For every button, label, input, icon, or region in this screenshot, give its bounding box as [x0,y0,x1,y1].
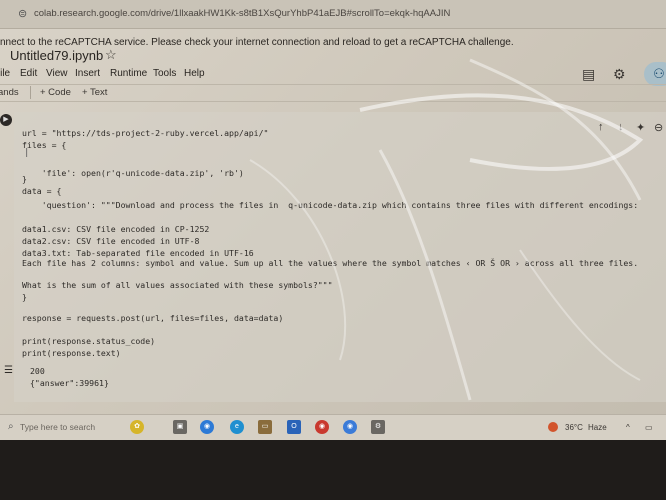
menu-view[interactable]: View [46,68,68,79]
chrome-window-icon[interactable]: ◉ [343,420,357,434]
share-avatar-icon[interactable]: ⚇ [644,62,666,86]
menu-edit[interactable]: Edit [20,68,37,79]
chrome-icon[interactable]: ◉ [200,420,214,434]
code-line[interactable]: What is the sum of all values associated… [22,280,333,290]
output-menu-icon[interactable]: ☰ [4,365,13,376]
tray-chevron-icon[interactable]: ^ [626,423,630,432]
move-up-icon[interactable]: ↑ [598,121,604,133]
search-icon[interactable]: ⌕ [8,421,14,432]
task-view-icon[interactable]: ▣ [173,420,187,434]
link-icon[interactable]: ⊖ [654,121,663,134]
site-info-icon[interactable]: ⊜ [18,7,27,20]
code-line[interactable]: url = "https://tds-project-2-ruby.vercel… [22,128,268,138]
screen: ⊜ colab.research.google.com/drive/1llxaa… [0,0,666,440]
menu-file[interactable]: File [0,68,10,79]
code-line[interactable]: } [22,292,27,302]
weather-icon [548,422,558,432]
output-line: 200 [30,366,45,376]
output-line: {"answer":39961} [30,378,109,388]
notebook-titlebar: Untitled79.ipynb ☆ [0,46,666,68]
settings-gear-icon[interactable]: ⚙ [613,66,626,83]
code-line[interactable]: data3.txt: Tab-separated file encoded in… [22,248,254,258]
notebook-toolbar: ands + Code + Text [0,84,666,102]
network-icon[interactable]: ▭ [645,423,653,432]
widgets-icon[interactable]: ✿ [130,420,144,434]
commands-button[interactable]: ands [0,87,19,98]
comment-icon[interactable]: ▤ [582,66,595,83]
outlook-icon[interactable]: O [287,420,301,434]
run-cell-button[interactable]: ▶ [0,114,12,126]
star-icon[interactable]: ☆ [105,47,117,63]
menu-bar: File Edit View Insert Runtime Tools Help [0,66,666,84]
add-code-button[interactable]: + Code [40,87,71,98]
address-bar[interactable]: ⊜ colab.research.google.com/drive/1llxaa… [0,0,666,29]
code-line[interactable]: } [22,174,27,184]
monitor-bezel [0,440,666,500]
temperature[interactable]: 36°C [565,423,583,432]
fold-bracket-icon: | [24,148,30,158]
toolbar-divider [30,86,31,99]
menu-runtime[interactable]: Runtime [110,68,147,79]
file-explorer-icon[interactable]: ▭ [258,420,272,434]
code-line[interactable]: Each file has 2 columns: symbol and valu… [22,258,638,268]
code-line[interactable]: print(response.status_code) [22,336,155,346]
code-line[interactable]: data2.csv: CSV file encoded in UTF-8 [22,236,199,246]
menu-insert[interactable]: Insert [75,68,100,79]
chrome-profile-icon[interactable]: ◉ [315,420,329,434]
notebook-title[interactable]: Untitled79.ipynb [10,48,103,63]
settings-app-icon[interactable]: ⚙ [371,420,385,434]
weather-condition[interactable]: Haze [588,423,607,432]
menu-tools[interactable]: Tools [153,68,176,79]
url-text[interactable]: colab.research.google.com/drive/1llxaakH… [34,8,450,19]
code-line[interactable]: data1.csv: CSV file encoded in CP-1252 [22,224,209,234]
code-line[interactable]: data = { [22,186,61,196]
taskbar-search-input[interactable]: Type here to search [20,422,95,432]
menu-help[interactable]: Help [184,68,205,79]
sparkle-icon[interactable]: ✦ [636,121,645,134]
add-text-button[interactable]: + Text [82,87,107,98]
move-down-icon[interactable]: ↓ [618,121,624,133]
code-line[interactable]: 'question': """Download and process the … [22,200,638,210]
windows-taskbar: ⌕ Type here to search ✿ ▣ ◉ e ▭ O ◉ ◉ ⚙ … [0,414,666,440]
edge-icon[interactable]: e [230,420,244,434]
code-line[interactable]: 'file': open(r'q-unicode-data.zip', 'rb'… [22,168,244,178]
code-line[interactable]: response = requests.post(url, files=file… [22,313,283,323]
code-line[interactable]: print(response.text) [22,348,121,358]
